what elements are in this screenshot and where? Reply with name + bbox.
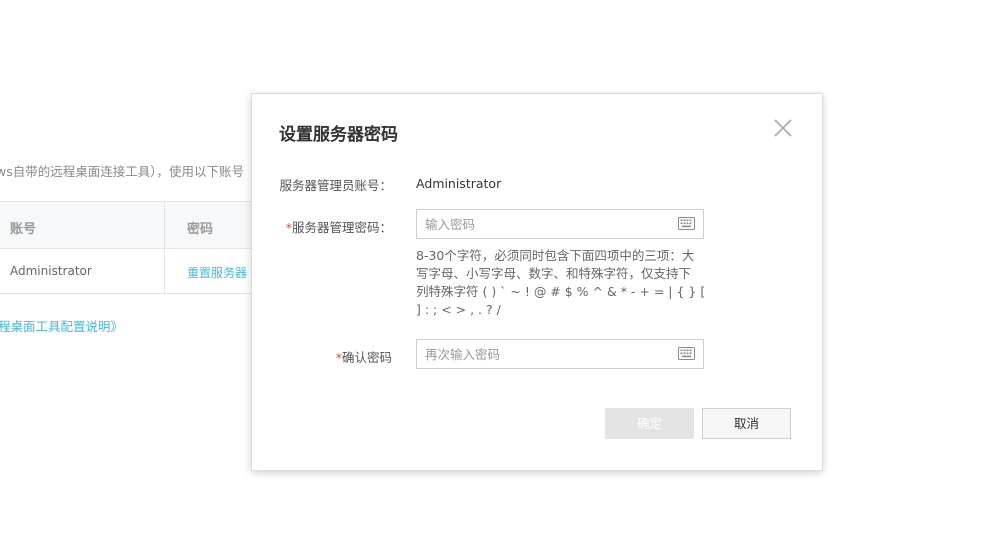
hint-line: ] : ; < > , . ? / [416,302,501,317]
reset-password-link[interactable]: 重置服务器 [187,264,247,281]
hint-line: 列特殊字符 ( ) ` ~ ! @ # $ % ^ & * - + = | { … [416,284,706,299]
confirm-password-input[interactable] [417,340,673,368]
hint-line: 写字母、小写字母、数字、和特殊字符，仅支持下 [416,266,692,281]
confirm-password-label-text: 确认密码 [341,350,392,365]
account-table: 账号 密码 Administrator 重置服务器 [0,201,252,294]
close-button[interactable] [772,117,794,139]
table-header: 账号 密码 [0,202,252,249]
account-label: 服务器管理员账号： [279,175,392,194]
close-icon [774,119,792,137]
password-label: *服务器管理密码： [286,217,392,236]
dialog-title: 设置服务器密码 [279,125,398,145]
password-label-text: 服务器管理密码： [291,220,392,235]
keyboard-icon[interactable] [678,217,695,230]
keyboard-icon[interactable] [678,347,695,360]
account-value: Administrator [416,176,502,191]
hint-line: 8-30个字符，必须同时包含下面四项中的三项：大 [416,248,695,263]
confirm-password-label: *确认密码 [336,347,392,366]
password-field[interactable] [416,209,704,239]
password-requirements-hint: 8-30个字符，必须同时包含下面四项中的三项：大 写字母、小写字母、数字、和特殊… [416,247,706,319]
column-divider [164,202,165,293]
table-row: Administrator 重置服务器 [0,249,252,294]
column-header-account: 账号 [10,222,37,237]
account-cell: Administrator [10,264,92,278]
account-label-text: 服务器管理员账号： [279,178,392,193]
ok-button[interactable]: 确定 [605,408,694,439]
column-header-password: 密码 [187,222,214,237]
set-password-dialog: 设置服务器密码 服务器管理员账号： Administrator *服务器管理密码… [251,93,823,471]
cancel-button[interactable]: 取消 [702,408,791,439]
password-input[interactable] [417,210,673,238]
confirm-password-field[interactable] [416,339,704,369]
remote-desktop-description: ws自带的远程桌面连接工具），使用以下账号 [0,164,244,179]
remote-desktop-config-guide-link[interactable]: 程桌面工具配置说明》 [0,316,123,335]
